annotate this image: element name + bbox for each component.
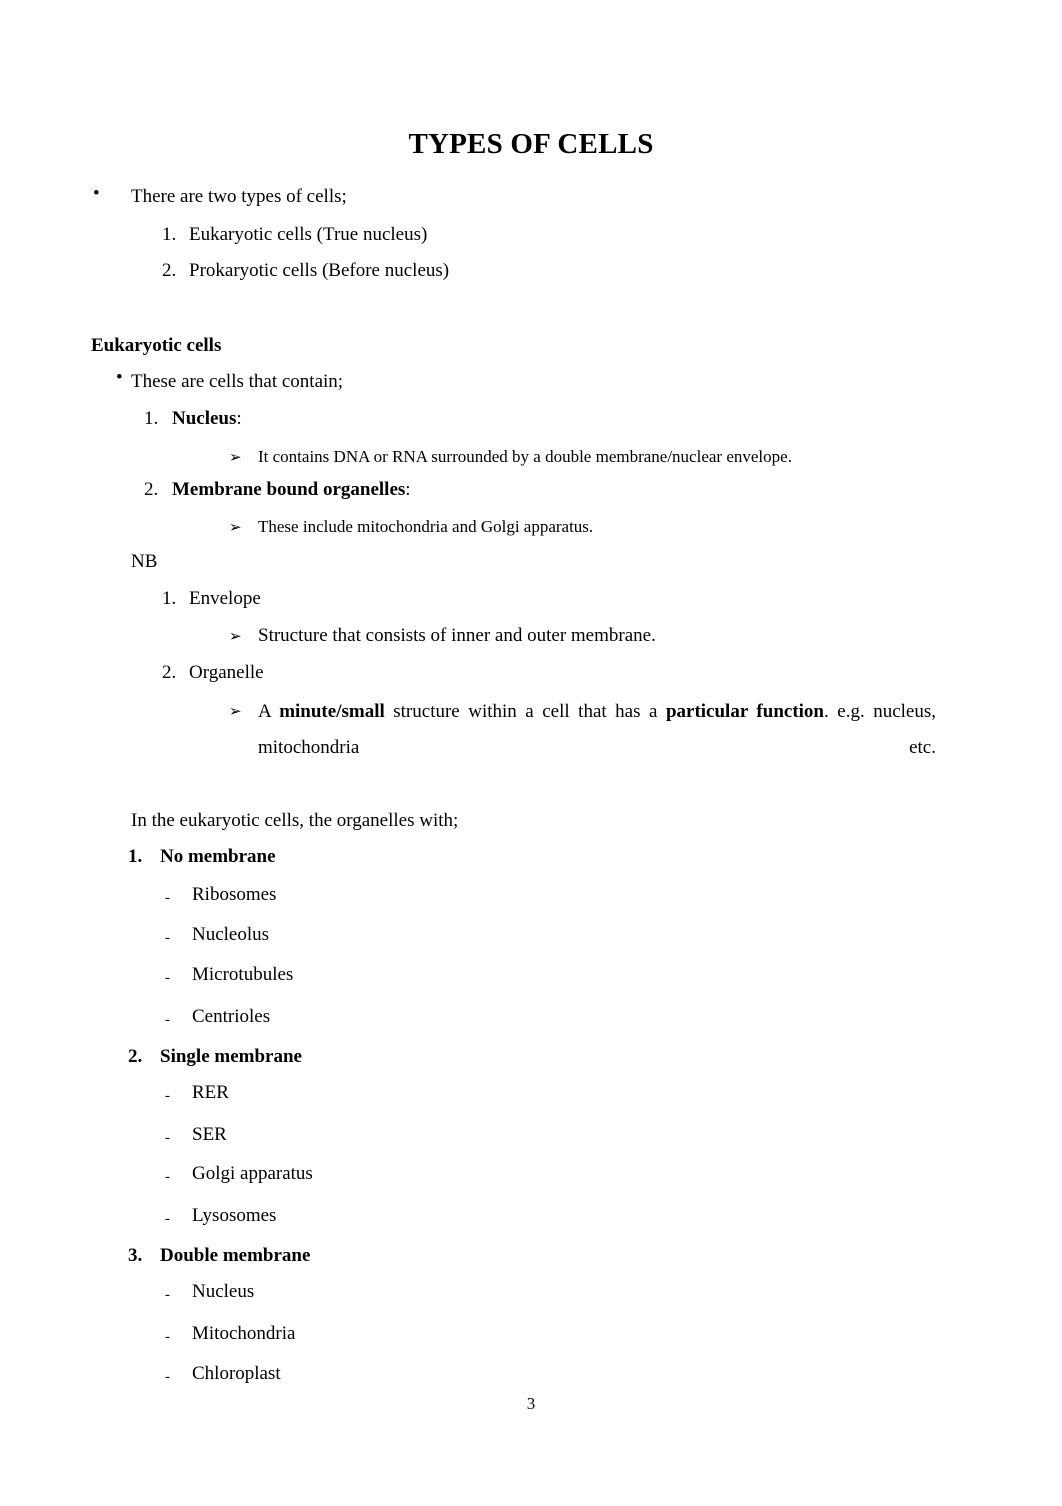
bullet-icon: • <box>93 183 100 204</box>
bullet-icon: • <box>116 367 123 388</box>
dash-icon: - <box>165 1287 170 1303</box>
nb-label-text: NB <box>131 551 158 572</box>
arrowhead-icon: ➢ <box>229 702 242 720</box>
group-item-text: Ribosomes <box>192 884 277 905</box>
sub-list-item-text: It contains DNA or RNA surrounded by a d… <box>258 447 792 466</box>
dash-icon: - <box>165 1130 170 1146</box>
list-item-label: Nucleus <box>172 408 237 429</box>
group-number: 1. <box>128 846 143 867</box>
list-number: 2. <box>162 662 177 683</box>
organelle-definition-paragraph: A minute/small structure within a cell t… <box>258 694 936 802</box>
definition-part-2: structure within a cell that has a <box>384 701 666 722</box>
list-item-label: Envelope <box>189 588 261 609</box>
section-heading-text: Eukaryotic cells <box>91 335 222 356</box>
group-number: 3. <box>128 1245 143 1266</box>
group-heading-text: Single membrane <box>160 1046 302 1067</box>
eukaryotic-lead-text: These are cells that contain; <box>131 371 344 392</box>
list-item-label: Organelle <box>189 662 264 683</box>
dash-icon: - <box>165 1329 170 1345</box>
group-item-text: Centrioles <box>192 1006 271 1027</box>
group-number: 2. <box>128 1046 143 1067</box>
group-heading-text: Double membrane <box>160 1245 311 1266</box>
group-item-text: Microtubules <box>192 964 294 985</box>
list-item-label-suffix: : <box>236 408 242 429</box>
group-heading-text: No membrane <box>160 846 276 867</box>
arrowhead-icon: ➢ <box>229 627 242 645</box>
arrowhead-icon: ➢ <box>229 448 242 466</box>
list-number: 1. <box>144 408 159 429</box>
organelle-groups-lead-text: In the eukaryotic cells, the organelles … <box>131 810 459 831</box>
dash-icon: - <box>165 930 170 946</box>
group-item-text: Mitochondria <box>192 1323 296 1344</box>
group-item-text: Chloroplast <box>192 1363 281 1384</box>
definition-part-1: A <box>258 701 280 722</box>
list-item-label: Membrane bound organelles <box>172 479 406 500</box>
page-title: TYPES OF CELLS <box>408 128 654 160</box>
dash-icon: - <box>165 1211 170 1227</box>
intro-lead-text: There are two types of cells; <box>131 186 347 207</box>
dash-icon: - <box>165 890 170 906</box>
dash-icon: - <box>165 1169 170 1185</box>
group-item-text: Nucleolus <box>192 924 270 945</box>
list-number: 1. <box>162 224 177 245</box>
dash-icon: - <box>165 1012 170 1028</box>
definition-bold-2: particular function <box>665 701 825 722</box>
list-item-label-suffix: : <box>405 479 411 500</box>
sub-list-item-text: Structure that consists of inner and out… <box>258 625 656 646</box>
arrowhead-icon: ➢ <box>229 518 242 536</box>
dash-icon: - <box>165 1088 170 1104</box>
dash-icon: - <box>165 970 170 986</box>
list-item-label: Prokaryotic cells (Before nucleus) <box>189 260 450 281</box>
group-item-text: Golgi apparatus <box>192 1163 313 1184</box>
dash-icon: - <box>165 1369 170 1385</box>
list-number: 2. <box>162 260 177 281</box>
group-item-text: Nucleus <box>192 1281 255 1302</box>
group-item-text: SER <box>192 1124 227 1145</box>
page-number: 3 <box>526 1394 536 1413</box>
list-item-label: Eukaryotic cells (True nucleus) <box>189 224 428 245</box>
group-item-text: RER <box>192 1082 229 1103</box>
list-number: 2. <box>144 479 159 500</box>
sub-list-item-text: These include mitochondria and Golgi app… <box>258 517 594 536</box>
list-number: 1. <box>162 588 177 609</box>
group-item-text: Lysosomes <box>192 1205 277 1226</box>
definition-bold-1: minute/small <box>279 701 385 722</box>
document-page: TYPES OF CELLS • There are two types of … <box>0 0 1062 1506</box>
